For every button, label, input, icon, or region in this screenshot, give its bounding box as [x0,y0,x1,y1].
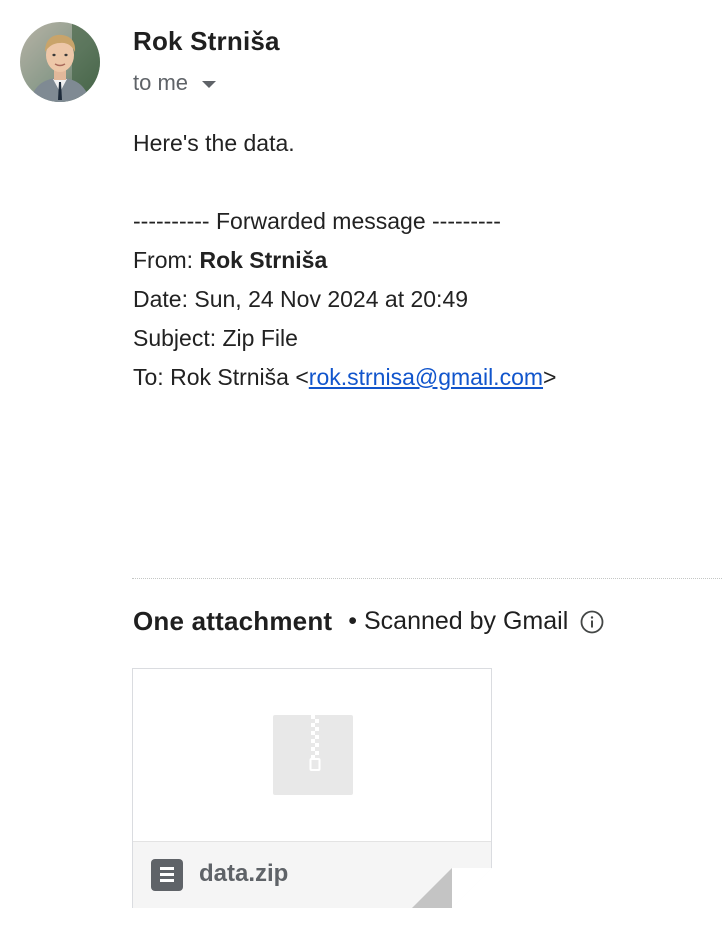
forward-to-line: To: Rok Strniša <rok.strnisa@gmail.com> [133,364,557,390]
forward-date-line: Date: Sun, 24 Nov 2024 at 20:49 [133,280,556,319]
greeting-text: Here's the data. [133,130,295,156]
to-label: To: [133,364,164,390]
forward-header: ---------- Forwarded message --------- [133,208,501,234]
from-name: Rok Strniša [199,247,328,273]
sender-avatar[interactable] [20,22,100,102]
info-icon[interactable] [580,610,604,634]
message-body: Here's the data. ---------- Forwarded me… [133,124,556,397]
attachment-preview[interactable] [133,669,491,841]
attachments-header: One attachment • Scanned by Gmail [133,606,604,637]
attachment-file-name[interactable]: data.zip [199,860,288,888]
scanned-by-gmail-text: • Scanned by Gmail [348,607,569,635]
archive-file-icon [151,859,183,891]
recipient-label: to me [133,70,189,95]
date-value: Sun, 24 Nov 2024 at 20:49 [194,286,469,312]
to-email-link[interactable]: rok.strnisa@gmail.com [309,364,543,390]
subject-value: Zip File [222,325,298,351]
sender-name[interactable]: Rok Strniša [133,26,280,57]
date-label: Date: [133,286,188,312]
from-label: From: [133,247,194,273]
attachments-title: One attachment [133,606,333,636]
forward-subject-line: Subject: Zip File [133,319,556,358]
forward-from-line: From: Rok Strniša [133,241,556,280]
subject-label: Subject: [133,325,217,351]
attachments-divider [132,578,722,579]
page-fold-corner [412,868,492,908]
to-name: Rok Strniša [170,364,289,390]
recipient-details-toggle[interactable]: to me [133,70,217,96]
attachment-card[interactable]: data.zip [132,668,492,908]
zip-archive-icon [273,715,353,795]
email-message-view: Rok Strniša to me Here's the data. -----… [0,0,722,930]
chevron-down-icon[interactable] [202,80,217,88]
